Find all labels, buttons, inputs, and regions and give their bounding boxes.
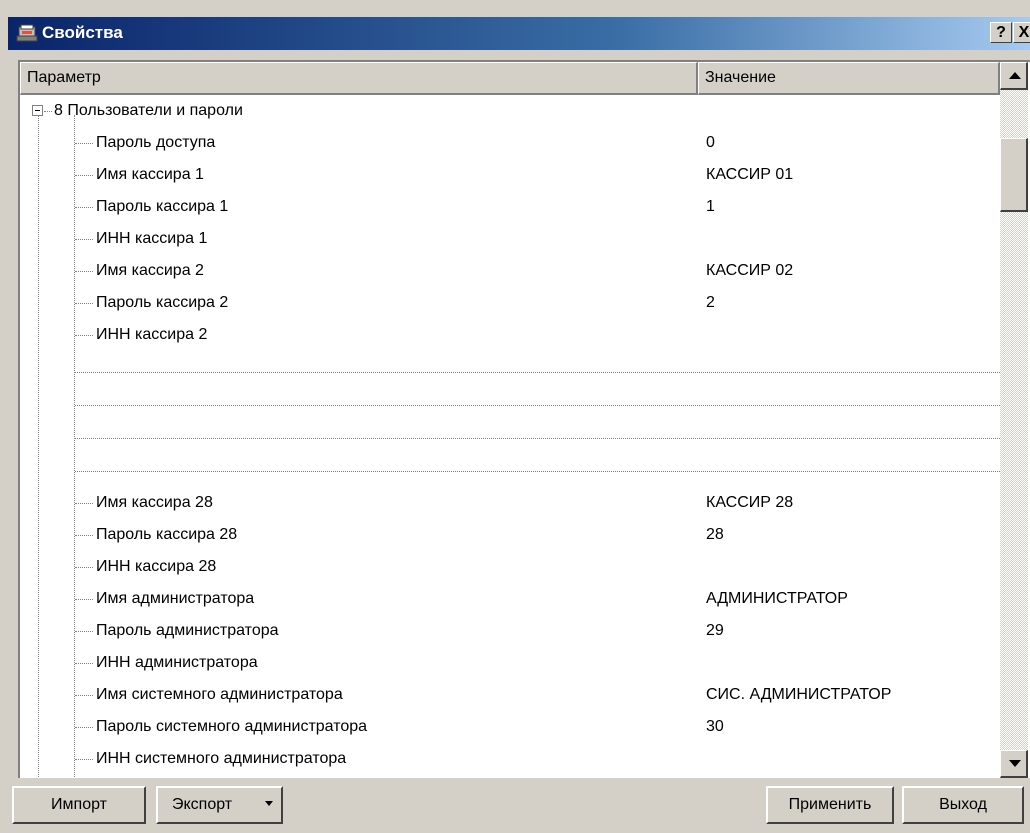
param-value[interactable]: 2 — [706, 294, 715, 312]
app-icon — [16, 24, 38, 42]
table-row[interactable]: Имя кассира 2 КАССИР 02 — [20, 255, 1000, 287]
param-name: ИНН администратора — [96, 654, 258, 671]
tree-connector — [75, 271, 93, 272]
omitted-rows-separator — [75, 471, 1000, 472]
param-name: Имя кассира 1 — [96, 166, 204, 183]
tree-connector — [75, 303, 93, 304]
param-name: Пароль кассира 2 — [96, 294, 229, 311]
rows-area: 8 Пользователи и пароли Пароль доступа 0… — [20, 95, 1000, 778]
table-row[interactable]: Имя администратора АДМИНИСТРАТОР — [20, 583, 1000, 615]
param-name: Пароль доступа — [96, 134, 216, 151]
column-header-parameter[interactable]: Параметр — [20, 62, 698, 95]
table-row[interactable]: Пароль кассира 1 1 — [20, 191, 1000, 223]
omitted-rows-separator — [75, 405, 1000, 406]
exit-button[interactable]: Выход — [902, 786, 1024, 824]
table-row[interactable]: ИНН кассира 28 — [20, 551, 1000, 583]
close-button[interactable]: X — [1013, 22, 1030, 43]
param-name: Имя кассира 2 — [96, 262, 204, 279]
table-row[interactable]: Пароль кассира 28 28 — [20, 519, 1000, 551]
table-row[interactable]: Пароль кассира 2 2 — [20, 287, 1000, 319]
tree-connector — [75, 695, 93, 696]
properties-list[interactable]: Параметр Значение 8 Пользователи и парол… — [18, 60, 1030, 778]
tree-connector — [75, 207, 93, 208]
table-row[interactable]: Пароль доступа 0 — [20, 127, 1000, 159]
param-value[interactable]: 28 — [706, 526, 724, 544]
table-row[interactable]: Имя кассира 28 КАССИР 28 — [20, 487, 1000, 519]
param-value[interactable]: 29 — [706, 622, 724, 640]
param-name: Имя кассира 28 — [96, 494, 213, 511]
vertical-scrollbar[interactable] — [1000, 62, 1028, 778]
tree-connector — [75, 535, 93, 536]
param-name: ИНН системного администратора — [96, 750, 347, 767]
param-value[interactable]: АДМИНИСТРАТОР — [706, 590, 848, 608]
collapse-icon[interactable] — [32, 105, 43, 116]
export-button-label: Экспорт — [172, 796, 233, 813]
arrow-down-icon — [1009, 760, 1021, 767]
omitted-rows-separator — [75, 438, 1000, 439]
scroll-down-button[interactable] — [1000, 750, 1028, 778]
param-name: Имя администратора — [96, 590, 255, 607]
table-row[interactable]: Имя кассира 1 КАССИР 01 — [20, 159, 1000, 191]
table-row[interactable]: ИНН кассира 1 — [20, 223, 1000, 255]
param-name: Пароль кассира 28 — [96, 526, 238, 543]
scroll-up-button[interactable] — [1000, 62, 1028, 90]
tree-connector — [75, 663, 93, 664]
param-name: ИНН кассира 2 — [96, 326, 208, 343]
param-value[interactable]: 30 — [706, 718, 724, 736]
param-name: Пароль системного администратора — [96, 718, 368, 735]
column-header-value[interactable]: Значение — [698, 62, 1000, 95]
tree-connector — [75, 503, 93, 504]
tree-connector — [75, 143, 93, 144]
table-row[interactable]: Пароль системного администратора 30 — [20, 711, 1000, 743]
param-value[interactable]: КАССИР 02 — [706, 262, 793, 280]
param-name: Пароль администратора — [96, 622, 279, 639]
param-value[interactable]: КАССИР 01 — [706, 166, 793, 184]
arrow-up-icon — [1009, 72, 1021, 79]
title-bar: Свойства ? X — [8, 17, 1030, 50]
param-value[interactable]: 0 — [706, 134, 715, 152]
param-name: Имя системного администратора — [96, 686, 343, 703]
apply-button[interactable]: Применить — [766, 786, 894, 824]
window-title: Свойства — [42, 23, 123, 42]
tree-connector — [75, 567, 93, 568]
param-value[interactable]: СИС. АДМИНИСТРАТОР — [706, 686, 891, 704]
table-row[interactable]: ИНН системного администратора — [20, 743, 1000, 775]
tree-connector — [75, 759, 93, 760]
param-name: ИНН кассира 28 — [96, 558, 217, 575]
properties-window: Свойства ? X Параметр Значение 8 Пользов… — [0, 0, 1030, 833]
group-label: 8 Пользователи и пароли — [54, 102, 243, 119]
table-row[interactable]: ИНН кассира 2 — [20, 319, 1000, 351]
group-row-users-passwords[interactable]: 8 Пользователи и пароли — [20, 95, 1000, 127]
dropdown-arrow-icon[interactable] — [265, 801, 273, 806]
table-row[interactable]: Пароль администратора 29 — [20, 615, 1000, 647]
tree-connector — [75, 727, 93, 728]
table-row[interactable]: Имя системного администратора СИС. АДМИН… — [20, 679, 1000, 711]
tree-connector — [75, 599, 93, 600]
param-name: ИНН кассира 1 — [96, 230, 208, 247]
tree-connector — [75, 175, 93, 176]
export-button[interactable]: Экспорт — [156, 786, 283, 824]
param-name: Пароль кассира 1 — [96, 198, 229, 215]
tree-connector — [75, 239, 93, 240]
help-button[interactable]: ? — [990, 22, 1012, 43]
tree-connector — [44, 111, 52, 112]
import-button[interactable]: Импорт — [12, 786, 146, 824]
tree-connector — [75, 631, 93, 632]
table-row[interactable]: ИНН администратора — [20, 647, 1000, 679]
scrollbar-thumb[interactable] — [1000, 138, 1028, 212]
param-value[interactable]: 1 — [706, 198, 715, 216]
omitted-rows-separator — [75, 372, 1000, 373]
tree-connector — [75, 335, 93, 336]
param-value[interactable]: КАССИР 28 — [706, 494, 793, 512]
